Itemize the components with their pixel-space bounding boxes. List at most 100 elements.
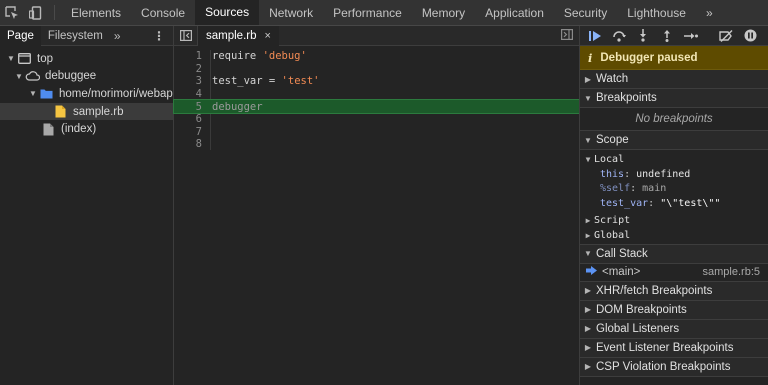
collapsed-triangle-icon[interactable]: ▶ <box>582 231 594 240</box>
tree-item-top[interactable]: ▼ top <box>0 50 173 68</box>
tree-item-sample-rb[interactable]: sample.rb <box>0 102 173 121</box>
current-execution-line[interactable]: 5 debugger <box>173 99 580 114</box>
paused-status-text: Debugger paused <box>600 51 698 64</box>
code-line[interactable]: 6 <box>174 113 579 126</box>
editor-tab-sample-rb[interactable]: sample.rb × <box>198 25 279 46</box>
navigator-menu-icon[interactable]: ⋮ <box>153 29 165 43</box>
section-label: Breakpoints <box>596 92 657 104</box>
tab-console[interactable]: Console <box>131 0 195 25</box>
file-navigator: Page Filesystem » ⋮ ▼ top ▼ debuggee ▼ h… <box>0 25 174 385</box>
step-out-icon[interactable] <box>658 27 676 45</box>
scope-variable[interactable]: %self: main <box>580 182 768 197</box>
section-xhr-breakpoints[interactable]: ▶ XHR/fetch Breakpoints <box>580 281 768 301</box>
step-over-icon[interactable] <box>610 27 628 45</box>
tab-application[interactable]: Application <box>475 0 554 25</box>
navigator-tabs: Page Filesystem » ⋮ <box>0 25 173 46</box>
line-number[interactable]: 2 <box>174 63 208 75</box>
expand-triangle-icon[interactable]: ▼ <box>28 89 38 98</box>
call-frame-main[interactable]: <main> sample.rb:5 <box>580 264 768 282</box>
scope-tree: ▼ Local this: undefined %self: main test… <box>580 150 768 245</box>
folder-icon <box>38 87 54 101</box>
code-line[interactable]: 8 <box>174 138 579 151</box>
code-line[interactable]: 7 <box>174 126 579 139</box>
variable-value: main <box>642 183 667 195</box>
line-number[interactable]: 6 <box>174 113 208 125</box>
line-number[interactable]: 1 <box>174 50 208 62</box>
tab-memory[interactable]: Memory <box>412 0 475 25</box>
code-area[interactable]: 1 require 'debug' 2 3 test_var = 'test' … <box>173 50 580 151</box>
tree-item-label: top <box>37 52 53 65</box>
expand-triangle-icon[interactable]: ▼ <box>6 54 16 63</box>
line-number[interactable]: 8 <box>174 138 208 150</box>
section-label: Event Listener Breakpoints <box>596 341 734 354</box>
tree-item-index[interactable]: (index) <box>0 120 173 138</box>
more-tabs-button[interactable]: » <box>696 0 723 25</box>
tab-elements[interactable]: Elements <box>61 0 131 25</box>
section-breakpoints[interactable]: ▼ Breakpoints <box>580 89 768 108</box>
code-line[interactable]: 4 <box>174 88 579 101</box>
navigator-more-button[interactable]: » <box>114 29 121 43</box>
scope-variable[interactable]: this: undefined <box>580 167 768 182</box>
section-event-listener-breakpoints[interactable]: ▶ Event Listener Breakpoints <box>580 338 768 358</box>
expanded-triangle-icon: ▼ <box>584 93 592 103</box>
expanded-triangle-icon: ▼ <box>584 135 592 145</box>
section-label: XHR/fetch Breakpoints <box>596 284 713 297</box>
variable-name: this <box>600 168 625 180</box>
scope-local[interactable]: ▼ Local <box>580 152 768 167</box>
line-code: debugger <box>212 100 263 113</box>
tab-sources[interactable]: Sources <box>195 0 260 25</box>
step-icon[interactable] <box>682 27 700 45</box>
section-label: Scope <box>596 134 629 146</box>
expanded-triangle-icon[interactable]: ▼ <box>582 155 594 164</box>
line-number[interactable]: 3 <box>174 75 208 87</box>
scope-label: Global <box>594 229 631 241</box>
collapsed-triangle-icon[interactable]: ▶ <box>582 216 594 225</box>
tree-item-folder[interactable]: ▼ home/morimori/webapp <box>0 85 173 103</box>
document-icon <box>40 122 56 136</box>
code-line[interactable]: 1 require 'debug' <box>174 50 579 63</box>
tab-performance[interactable]: Performance <box>323 0 412 25</box>
tree-item-label: debuggee <box>45 70 97 83</box>
deactivate-breakpoints-icon[interactable] <box>717 27 735 45</box>
frame-location[interactable]: sample.rb:5 <box>703 266 760 278</box>
line-number[interactable]: 5 <box>174 101 208 113</box>
code-line[interactable]: 3 test_var = 'test' <box>174 75 579 88</box>
line-number[interactable]: 7 <box>174 126 208 138</box>
device-toolbar-icon[interactable] <box>24 0 48 25</box>
tree-item-label: sample.rb <box>73 105 124 118</box>
code-line[interactable]: 2 <box>174 63 579 76</box>
section-label: Global Listeners <box>596 322 680 335</box>
section-call-stack[interactable]: ▼ Call Stack <box>580 244 768 264</box>
section-csp-violation-breakpoints[interactable]: ▶ CSP Violation Breakpoints <box>580 357 768 377</box>
tab-security[interactable]: Security <box>554 0 617 25</box>
tab-filesystem[interactable]: Filesystem <box>41 26 110 46</box>
inspect-element-icon[interactable] <box>0 0 24 25</box>
section-watch[interactable]: ▶ Watch <box>580 70 768 89</box>
resume-icon[interactable] <box>586 27 604 45</box>
pause-on-exceptions-icon[interactable] <box>741 27 759 45</box>
variable-value: undefined <box>636 168 691 180</box>
toggle-navigator-icon[interactable] <box>174 25 198 46</box>
info-icon: i <box>588 50 593 65</box>
toggle-debugger-icon[interactable] <box>561 28 574 43</box>
scope-label: Local <box>594 153 625 165</box>
scope-script[interactable]: ▶ Script <box>580 213 768 228</box>
tab-network[interactable]: Network <box>259 0 323 25</box>
expand-triangle-icon[interactable]: ▼ <box>14 72 24 81</box>
scope-variable[interactable]: test_var: "\"test\"" <box>580 196 768 211</box>
variable-name: %self <box>600 183 631 195</box>
section-scope[interactable]: ▼ Scope <box>580 131 768 150</box>
section-global-listeners[interactable]: ▶ Global Listeners <box>580 319 768 339</box>
tab-lighthouse[interactable]: Lighthouse <box>617 0 696 25</box>
tree-item-debuggee[interactable]: ▼ debuggee <box>0 68 173 86</box>
frame-name: <main> <box>602 266 641 279</box>
line-number[interactable]: 4 <box>174 88 208 100</box>
tree-item-label: home/morimori/webapp <box>59 87 173 100</box>
collapsed-triangle-icon: ▶ <box>584 324 592 334</box>
tab-page[interactable]: Page <box>0 25 41 46</box>
close-tab-icon[interactable]: × <box>265 30 271 42</box>
line-code: require 'debug' <box>212 50 307 63</box>
step-into-icon[interactable] <box>634 27 652 45</box>
section-dom-breakpoints[interactable]: ▶ DOM Breakpoints <box>580 300 768 320</box>
scope-global[interactable]: ▶ Global <box>580 228 768 243</box>
